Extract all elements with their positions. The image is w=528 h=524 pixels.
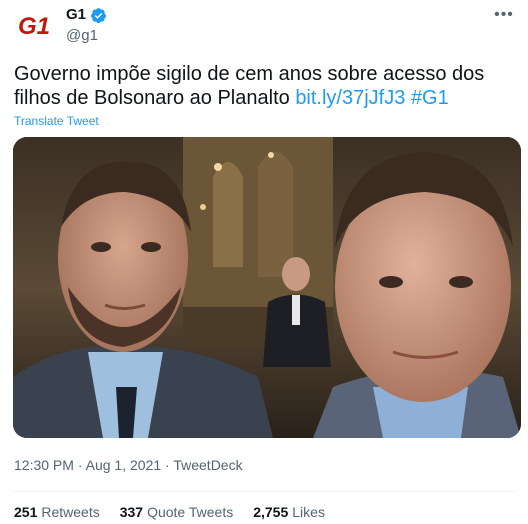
likes-label: Likes (292, 504, 325, 520)
translate-tweet-link[interactable]: Translate Tweet (14, 113, 99, 129)
tweet-time[interactable]: 12:30 PM (14, 457, 74, 473)
tweet-text: Governo impõe sigilo de cem anos sobre a… (14, 62, 514, 110)
tweet-date[interactable]: Aug 1, 2021 (86, 457, 162, 473)
tweet-meta: 12:30 PM · Aug 1, 2021 · TweetDeck (14, 456, 243, 474)
divider (12, 491, 516, 492)
avatar[interactable]: G1 (14, 5, 54, 45)
retweets-stat[interactable]: 251 Retweets (14, 503, 100, 521)
quotes-label: Quote Tweets (147, 504, 234, 520)
selfie-photo (13, 137, 521, 438)
account-handle[interactable]: @g1 (66, 26, 107, 46)
likes-count: 2,755 (253, 504, 289, 520)
tweet-stats: 251 Retweets 337 Quote Tweets 2,755 Likes (14, 503, 325, 521)
retweets-count: 251 (14, 504, 38, 520)
retweets-label: Retweets (41, 504, 100, 520)
tweet-source[interactable]: TweetDeck (173, 457, 242, 473)
logo-text: G1 (18, 13, 50, 40)
likes-stat[interactable]: 2,755 Likes (253, 503, 325, 521)
more-options-icon[interactable]: ••• (492, 7, 516, 28)
tweet-photo[interactable] (13, 137, 521, 438)
account-name[interactable]: G1 (66, 5, 86, 25)
g1-logo-icon: G1 (14, 5, 54, 45)
quote-tweets-stat[interactable]: 337 Quote Tweets (120, 503, 234, 521)
tweet-link[interactable]: bit.ly/37jJfJ3 (295, 87, 405, 109)
meta-separator: · (77, 457, 83, 473)
quotes-count: 337 (119, 504, 144, 520)
tweet-hashtag[interactable]: #G1 (411, 87, 449, 109)
meta-separator-2: · (165, 457, 170, 473)
verified-badge-icon (91, 7, 106, 23)
author-info: G1 @g1 (66, 5, 107, 46)
tweet-header: G1 G1 @g1 ••• (12, 2, 518, 50)
